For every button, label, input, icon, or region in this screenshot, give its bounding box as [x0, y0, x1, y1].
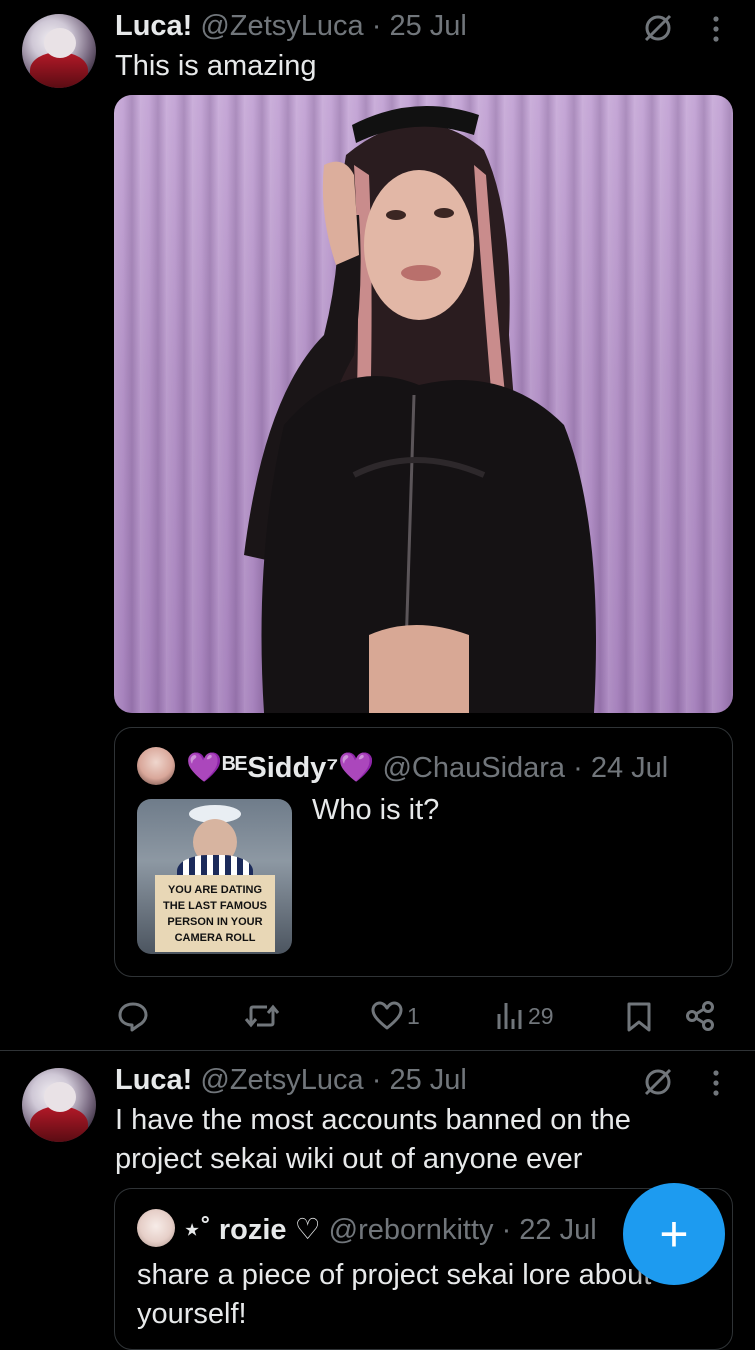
quote-display-name[interactable]: 💜ᴮᴱSiddy⁷💜: [186, 752, 374, 784]
handle[interactable]: @ZetsyLuca: [200, 1064, 363, 1096]
tweet-text-line: project sekai wiki out of anyone ever: [115, 1143, 583, 1175]
views-count: 29: [528, 1002, 554, 1029]
tweet-divider: [0, 1050, 755, 1051]
like-count: 1: [407, 1002, 420, 1029]
quote-handle[interactable]: @rebornkitty: [329, 1214, 494, 1246]
sign-line: THE LAST FAMOUS: [163, 900, 267, 912]
compose-icon: +: [659, 1206, 689, 1262]
quote-timestamp[interactable]: 22 Jul: [519, 1214, 596, 1246]
sign-line: CAMERA ROLL: [174, 932, 256, 944]
views-icon: [497, 1003, 522, 1029]
bookmark-button[interactable]: [626, 1001, 652, 1033]
no-interaction-icon[interactable]: [640, 10, 676, 46]
retweet-icon: [244, 1004, 280, 1028]
sign-line: YOU ARE DATING: [167, 884, 263, 896]
more-icon[interactable]: [706, 1068, 726, 1098]
quote-avatar[interactable]: [137, 1209, 175, 1247]
views-button[interactable]: 29: [496, 1001, 554, 1031]
quote-header: ⋆˚ rozie ♡ @rebornkitty · 22 Jul: [183, 1212, 597, 1247]
timestamp[interactable]: 25 Jul: [389, 1064, 466, 1096]
sign-line: PERSON IN YOUR: [167, 916, 263, 928]
reply-button[interactable]: [116, 1000, 150, 1032]
timestamp[interactable]: 25 Jul: [389, 10, 466, 42]
quote-text-line: yourself!: [137, 1298, 247, 1330]
separator: ·: [371, 1064, 382, 1096]
tweet-image[interactable]: [114, 95, 733, 713]
tweet-text: This is amazing: [115, 50, 317, 82]
retweet-button[interactable]: [243, 1000, 281, 1032]
quote-image[interactable]: YOU ARE DATING THE LAST FAMOUS PERSON IN…: [137, 799, 292, 954]
display-name[interactable]: Luca!: [115, 1064, 192, 1096]
tweet-header: Luca! @ZetsyLuca · 25 Jul: [115, 1064, 467, 1097]
avatar[interactable]: [22, 1068, 96, 1142]
more-icon[interactable]: [706, 14, 726, 44]
quote-text: Who is it?: [312, 794, 440, 826]
share-button[interactable]: [684, 1000, 716, 1032]
avatar[interactable]: [22, 14, 96, 88]
tweet-text-line: I have the most accounts banned on the: [115, 1104, 631, 1136]
like-icon: [371, 1001, 403, 1030]
quote-separator: ·: [573, 752, 583, 784]
quote-image-sign: YOU ARE DATING THE LAST FAMOUS PERSON IN…: [155, 875, 275, 952]
quote-timestamp[interactable]: 24 Jul: [591, 752, 668, 784]
bookmark-icon: [627, 1002, 651, 1032]
separator: ·: [371, 10, 382, 42]
quote-avatar[interactable]: [137, 747, 175, 785]
no-interaction-icon[interactable]: [640, 1064, 676, 1100]
share-icon: [686, 1001, 714, 1031]
reply-icon: [118, 1002, 148, 1032]
quote-header: 💜ᴮᴱSiddy⁷💜 @ChauSidara · 24 Jul: [186, 751, 668, 785]
tweet-header: Luca! @ZetsyLuca · 25 Jul: [115, 10, 467, 43]
like-button[interactable]: 1: [371, 1001, 420, 1031]
tweet-text: I have the most accounts banned on the p…: [115, 1101, 735, 1179]
quote-handle[interactable]: @ChauSidara: [382, 752, 565, 784]
quote-separator: ·: [501, 1214, 512, 1246]
quote-display-name[interactable]: ⋆˚ rozie ♡: [183, 1214, 321, 1246]
display-name[interactable]: Luca!: [115, 10, 192, 42]
handle[interactable]: @ZetsyLuca: [200, 10, 363, 42]
compose-button[interactable]: +: [623, 1183, 725, 1285]
